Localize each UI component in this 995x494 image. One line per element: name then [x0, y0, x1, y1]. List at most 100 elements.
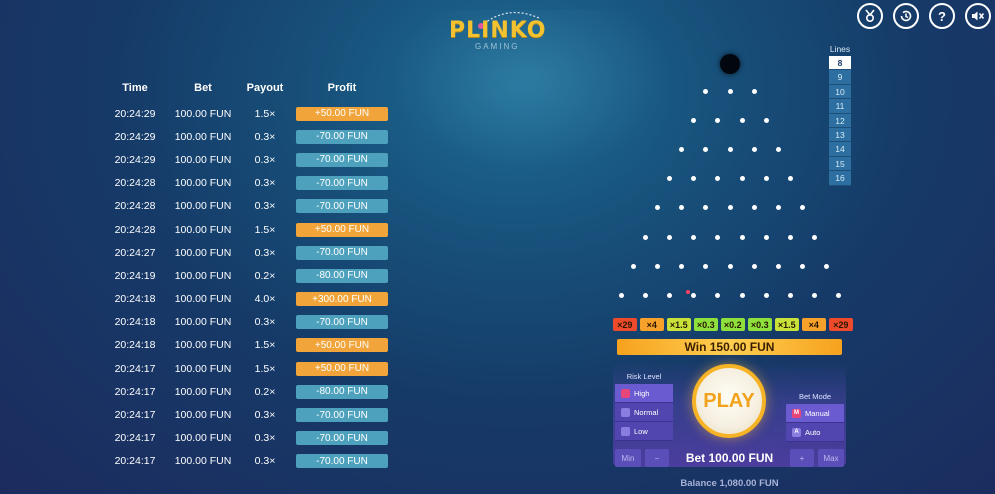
cell-payout: 0.3×: [254, 153, 276, 166]
lines-option-11[interactable]: 11: [829, 99, 851, 114]
table-row: 20:24:29 100.00 FUN 0.3× -70.00 FUN: [104, 125, 394, 148]
peg: [703, 205, 709, 211]
cell-time: 20:24:17: [114, 455, 156, 468]
profit-badge: -80.00 FUN: [296, 268, 388, 283]
lines-title: Lines: [829, 44, 851, 54]
peg: [703, 146, 709, 152]
profit-badge: +50.00 FUN: [296, 361, 388, 376]
profit-badge: +50.00 FUN: [296, 222, 388, 237]
cell-profit: -70.00 FUN: [290, 315, 394, 330]
peg: [788, 234, 793, 240]
lines-option-9[interactable]: 9: [829, 70, 851, 85]
cell-payout: 0.3×: [254, 432, 276, 445]
cell-bet: 100.00 FUN: [174, 362, 232, 375]
table-row: 20:24:17 100.00 FUN 1.5× +50.00 FUN: [104, 357, 394, 380]
risk-option-low[interactable]: Low: [615, 422, 673, 441]
bet-mode-option-manual[interactable]: M Manual: [786, 404, 844, 423]
risk-option-normal[interactable]: Normal: [615, 403, 673, 422]
peg: [800, 205, 806, 211]
multiplier-slot: ×4: [640, 318, 664, 331]
profit-badge: +50.00 FUN: [296, 338, 388, 353]
peg: [763, 234, 769, 240]
cell-payout: 0.3×: [254, 200, 276, 213]
peg: [642, 292, 648, 298]
table-row: 20:24:17 100.00 FUN 0.2× -80.00 FUN: [104, 380, 394, 403]
bet-mode-group: Bet Mode M Manual A Auto: [786, 392, 844, 442]
peg: [800, 263, 806, 269]
profit-badge: -70.00 FUN: [296, 245, 388, 260]
cell-bet: 100.00 FUN: [174, 223, 232, 236]
lines-option-10[interactable]: 10: [829, 84, 851, 100]
cell-profit: -70.00 FUN: [290, 431, 394, 446]
peg: [703, 263, 709, 269]
cell-payout: 0.3×: [254, 316, 276, 329]
bet-mode-option-auto[interactable]: A Auto: [786, 423, 844, 442]
cell-profit: -70.00 FUN: [290, 408, 394, 423]
cell-payout: 0.3×: [254, 177, 276, 190]
lines-option-15[interactable]: 15: [829, 156, 851, 172]
peg: [775, 146, 781, 152]
cell-profit: -70.00 FUN: [290, 176, 394, 191]
cell-payout: 4.0×: [254, 293, 276, 306]
cell-payout: 1.5×: [254, 223, 276, 236]
cell-profit: -70.00 FUN: [290, 129, 394, 144]
multiplier-slot: ×29: [613, 318, 637, 331]
decrease-bet-button[interactable]: −: [645, 449, 669, 467]
cell-bet: 100.00 FUN: [174, 385, 232, 398]
cell-profit: -70.00 FUN: [290, 454, 394, 469]
profit-badge: -80.00 FUN: [296, 384, 388, 399]
cell-time: 20:24:17: [114, 409, 156, 422]
header-profit: Profit: [327, 82, 357, 94]
history-icon[interactable]: [893, 3, 919, 29]
cell-payout: 0.3×: [254, 455, 276, 468]
gauge-icon: [621, 407, 630, 417]
cell-time: 20:24:29: [114, 107, 156, 120]
cell-payout: 0.2×: [254, 269, 276, 282]
cell-time: 20:24:17: [114, 385, 156, 398]
peg: [727, 88, 733, 94]
lines-option-12[interactable]: 12: [829, 113, 851, 128]
peg: [715, 292, 721, 298]
profit-badge: -70.00 FUN: [296, 129, 388, 144]
cell-bet: 100.00 FUN: [174, 246, 232, 259]
peg: [836, 292, 842, 298]
cell-bet: 100.00 FUN: [174, 432, 232, 445]
help-icon[interactable]: ?: [929, 3, 955, 29]
table-row: 20:24:29 100.00 FUN 1.5× +50.00 FUN: [104, 102, 394, 125]
mute-icon[interactable]: [965, 3, 991, 29]
peg: [727, 205, 733, 211]
table-row: 20:24:17 100.00 FUN 0.3× -70.00 FUN: [104, 403, 394, 426]
lines-option-8[interactable]: 8: [829, 56, 851, 71]
peg: [751, 88, 757, 94]
risk-option-label: High: [634, 388, 650, 398]
table-row: 20:24:29 100.00 FUN 0.3× -70.00 FUN: [104, 148, 394, 171]
table-row: 20:24:28 100.00 FUN 0.3× -70.00 FUN: [104, 195, 394, 218]
cell-profit: -70.00 FUN: [290, 199, 394, 214]
profit-badge: -70.00 FUN: [296, 454, 388, 469]
table-row: 20:24:28 100.00 FUN 0.3× -70.00 FUN: [104, 172, 394, 195]
peg: [775, 205, 781, 211]
multiplier-slot: ×0.3: [748, 318, 772, 331]
peg: [667, 176, 672, 182]
risk-level-title: Risk Level: [626, 372, 662, 381]
risk-option-high[interactable]: High: [615, 384, 673, 403]
cell-bet: 100.00 FUN: [174, 339, 232, 352]
lines-option-14[interactable]: 14: [829, 142, 851, 157]
min-bet-button[interactable]: Min: [615, 449, 641, 467]
flame-icon: [621, 388, 630, 398]
cell-payout: 1.5×: [254, 339, 276, 352]
medal-icon[interactable]: [857, 3, 883, 29]
increase-bet-button[interactable]: +: [790, 449, 814, 467]
multiplier-slot: ×0.3: [694, 318, 718, 331]
cell-profit: +50.00 FUN: [290, 361, 394, 376]
lines-option-13[interactable]: 13: [829, 127, 851, 143]
profit-badge: -70.00 FUN: [296, 431, 388, 446]
play-button[interactable]: PLAY: [692, 364, 766, 438]
cell-bet: 100.00 FUN: [174, 293, 232, 306]
cell-profit: +300.00 FUN: [290, 292, 394, 307]
cell-bet: 100.00 FUN: [174, 130, 232, 143]
mode-letter-icon: M: [792, 408, 801, 418]
peg: [763, 292, 769, 298]
max-bet-button[interactable]: Max: [818, 449, 844, 467]
lines-option-16[interactable]: 16: [829, 171, 851, 186]
